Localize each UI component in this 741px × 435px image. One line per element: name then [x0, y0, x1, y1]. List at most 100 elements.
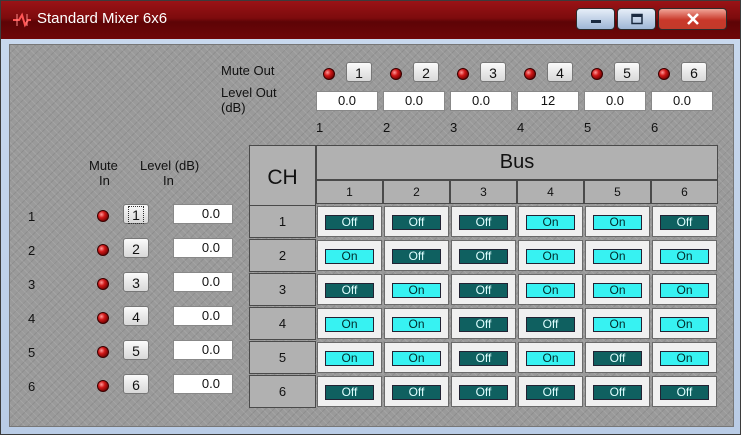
route-toggle[interactable]: Off [459, 385, 508, 400]
matrix-cell-1-4: On [518, 206, 583, 237]
mute-in-button-1[interactable]: 1 [123, 204, 149, 224]
in-channel-number-3: 3 [28, 277, 36, 292]
route-toggle[interactable]: On [660, 249, 709, 264]
mute-out-button-1[interactable]: 1 [346, 62, 372, 82]
mute-out-led-1 [323, 68, 335, 80]
route-toggle[interactable]: Off [392, 215, 441, 230]
mute-out-led-5 [591, 68, 603, 80]
matrix-cell-6-4: Off [518, 376, 583, 407]
mute-out-button-6[interactable]: 6 [681, 62, 707, 82]
route-toggle[interactable]: Off [459, 351, 508, 366]
level-out-field-1[interactable]: 0.0 [316, 91, 378, 111]
out-channel-number-6: 6 [651, 120, 659, 135]
route-toggle[interactable]: Off [392, 385, 441, 400]
route-toggle[interactable]: Off [593, 385, 642, 400]
route-toggle[interactable]: Off [325, 385, 374, 400]
mute-in-led-5 [97, 346, 109, 358]
matrix-cell-5-5: Off [585, 342, 650, 373]
mute-in-button-label-4: 4 [132, 309, 140, 325]
route-toggle[interactable]: On [593, 215, 642, 230]
matrix-cell-5-4: On [518, 342, 583, 373]
route-toggle[interactable]: On [325, 249, 374, 264]
mute-in-button-3[interactable]: 3 [123, 272, 149, 292]
route-toggle[interactable]: Off [459, 249, 508, 264]
level-in-field-3[interactable]: 0.0 [173, 272, 233, 292]
route-toggle[interactable]: On [593, 317, 642, 332]
mute-in-button-label-3: 3 [132, 275, 140, 291]
route-toggle[interactable]: Off [459, 283, 508, 298]
route-toggle[interactable]: Off [526, 317, 575, 332]
mute-in-button-2[interactable]: 2 [123, 238, 149, 258]
route-toggle[interactable]: On [526, 249, 575, 264]
route-toggle[interactable]: On [325, 351, 374, 366]
mute-in-button-4[interactable]: 4 [123, 306, 149, 326]
maximize-button[interactable] [617, 8, 656, 30]
in-channel-number-6: 6 [28, 379, 36, 394]
matrix-cell-2-1: On [317, 240, 382, 271]
level-in-field-2[interactable]: 0.0 [173, 238, 233, 258]
bus-number-2: 2 [383, 180, 450, 204]
mute-out-button-5[interactable]: 5 [614, 62, 640, 82]
level-in-field-5[interactable]: 0.0 [173, 340, 233, 360]
route-toggle[interactable]: Off [660, 385, 709, 400]
close-icon [686, 13, 699, 25]
mute-in-button-label-5: 5 [132, 343, 140, 359]
out-channel-number-1: 1 [316, 120, 324, 135]
level-out-field-2[interactable]: 0.0 [383, 91, 445, 111]
level-in-field-4[interactable]: 0.0 [173, 306, 233, 326]
route-toggle[interactable]: Off [660, 215, 709, 230]
level-out-field-5[interactable]: 0.0 [584, 91, 646, 111]
route-toggle[interactable]: On [660, 317, 709, 332]
matrix-cell-6-5: Off [585, 376, 650, 407]
route-toggle[interactable]: On [526, 351, 575, 366]
matrix-cell-1-1: Off [317, 206, 382, 237]
route-toggle[interactable]: Off [593, 351, 642, 366]
route-toggle[interactable]: On [392, 283, 441, 298]
mute-in-button-label-2: 2 [132, 241, 140, 257]
mixer-window: Standard Mixer 6x6 Mute Out Level Out (d… [0, 0, 741, 435]
route-toggle[interactable]: On [325, 317, 374, 332]
mute-in-button-5[interactable]: 5 [123, 340, 149, 360]
out-channel-number-3: 3 [450, 120, 458, 135]
ch-row-label-5: 5 [249, 341, 316, 374]
bus-header: Bus [316, 145, 718, 180]
level-out-field-6[interactable]: 0.0 [651, 91, 713, 111]
route-toggle[interactable]: On [526, 283, 575, 298]
mute-out-button-2[interactable]: 2 [413, 62, 439, 82]
level-in-field-6[interactable]: 0.0 [173, 374, 233, 394]
route-toggle[interactable]: Off [325, 215, 374, 230]
route-toggle[interactable]: On [392, 351, 441, 366]
route-toggle[interactable]: On [660, 283, 709, 298]
matrix-cell-6-6: Off [652, 376, 717, 407]
mute-in-led-6 [97, 380, 109, 392]
level-in-field-1[interactable]: 0.0 [173, 204, 233, 224]
matrix-cell-4-1: On [317, 308, 382, 339]
minimize-button[interactable] [576, 8, 615, 30]
mute-out-button-4[interactable]: 4 [547, 62, 573, 82]
matrix-cell-5-1: On [317, 342, 382, 373]
mute-out-button-3[interactable]: 3 [480, 62, 506, 82]
matrix-cell-3-6: On [652, 274, 717, 305]
ch-row-label-2: 2 [249, 239, 316, 272]
maximize-icon [630, 13, 643, 25]
mute-in-button-6[interactable]: 6 [123, 374, 149, 394]
out-channel-number-5: 5 [584, 120, 592, 135]
route-toggle[interactable]: Off [526, 385, 575, 400]
route-toggle[interactable]: Off [459, 317, 508, 332]
route-toggle[interactable]: Off [325, 283, 374, 298]
route-toggle[interactable]: On [660, 351, 709, 366]
route-toggle[interactable]: On [526, 215, 575, 230]
route-toggle[interactable]: Off [392, 249, 441, 264]
close-button[interactable] [658, 8, 727, 30]
level-out-field-3[interactable]: 0.0 [450, 91, 512, 111]
bus-number-5: 5 [584, 180, 651, 204]
route-toggle[interactable]: On [593, 249, 642, 264]
matrix-cell-1-6: Off [652, 206, 717, 237]
level-out-field-4[interactable]: 12 [517, 91, 579, 111]
route-toggle[interactable]: Off [459, 215, 508, 230]
route-toggle[interactable]: On [392, 317, 441, 332]
matrix-cell-5-6: On [652, 342, 717, 373]
title-bar[interactable]: Standard Mixer 6x6 [1, 1, 740, 39]
mute-in-label: Mute [89, 158, 118, 173]
route-toggle[interactable]: On [593, 283, 642, 298]
